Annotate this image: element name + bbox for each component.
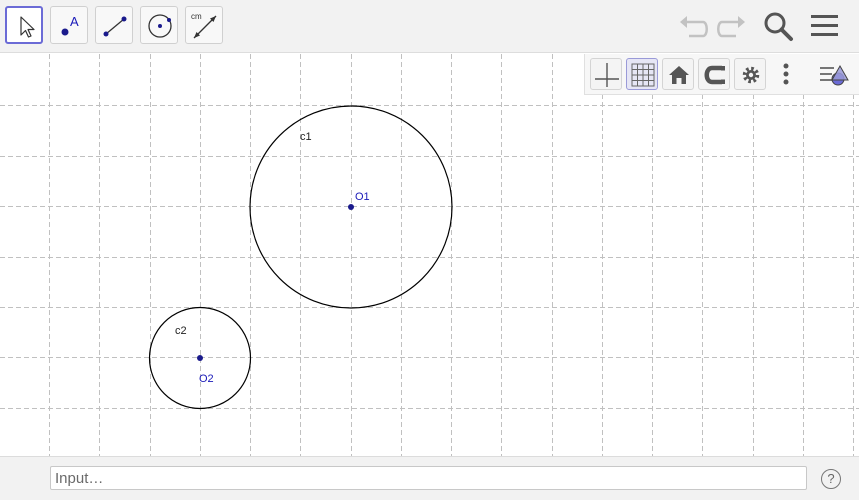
distance-tool-glyph: cm [191,12,202,21]
graphics-view[interactable]: c1 O1 c2 O2 [0,54,859,456]
home-icon [669,66,689,84]
label-c2: c2 [175,325,187,337]
algebra-input-bar: ? [0,456,859,500]
standard-view-button[interactable] [662,58,694,90]
circle-tool-button[interactable] [140,6,178,44]
help-icon: ? [827,471,835,486]
geogebra-app: A cm c1 O1 c2 O2 Input… ? [0,0,859,500]
settings-icon [742,66,760,84]
toggle-style-bar-icon [820,64,849,86]
search-icon [764,12,793,41]
undo-icon [680,16,708,38]
undo-button[interactable] [677,9,711,43]
search-button[interactable] [761,9,795,43]
segment-tool-button[interactable] [95,6,133,44]
graphics-settings-button[interactable] [734,58,766,90]
more-icon [783,63,789,85]
point-O2[interactable] [197,355,203,361]
point-tool-button[interactable]: A [50,6,88,44]
point-capturing-icon [704,65,725,85]
point-icon: A [61,14,79,36]
graphics-canvas[interactable] [0,54,859,456]
move-arrow-icon [20,16,35,38]
label-c1: c1 [300,131,312,143]
algebra-input-field[interactable] [50,466,807,490]
distance-tool-button[interactable]: cm [185,6,223,44]
grid [0,54,859,456]
show-grid-icon [631,63,655,87]
circle-with-center-icon [148,14,172,38]
main-menu-button[interactable] [808,9,842,43]
graphics-style-bar [584,54,859,95]
show-grid-button[interactable] [626,58,658,90]
toggle-style-bar-button[interactable] [818,58,850,90]
redo-icon [717,16,745,38]
show-axes-button[interactable] [590,58,622,90]
menu-icon [811,15,838,36]
segment-icon [103,16,127,37]
point-tool-glyph: A [70,14,79,29]
point-capturing-button[interactable] [698,58,730,90]
point-O1[interactable] [348,204,354,210]
label-O2: O2 [199,373,214,385]
main-toolbar: A cm [0,0,859,53]
input-help-button[interactable]: ? [821,469,841,489]
show-axes-icon [595,63,619,87]
distance-icon: cm [191,12,217,39]
redo-button[interactable] [714,9,748,43]
label-O1: O1 [355,191,370,203]
move-tool-button[interactable] [5,6,43,44]
more-options-button[interactable] [770,58,802,90]
